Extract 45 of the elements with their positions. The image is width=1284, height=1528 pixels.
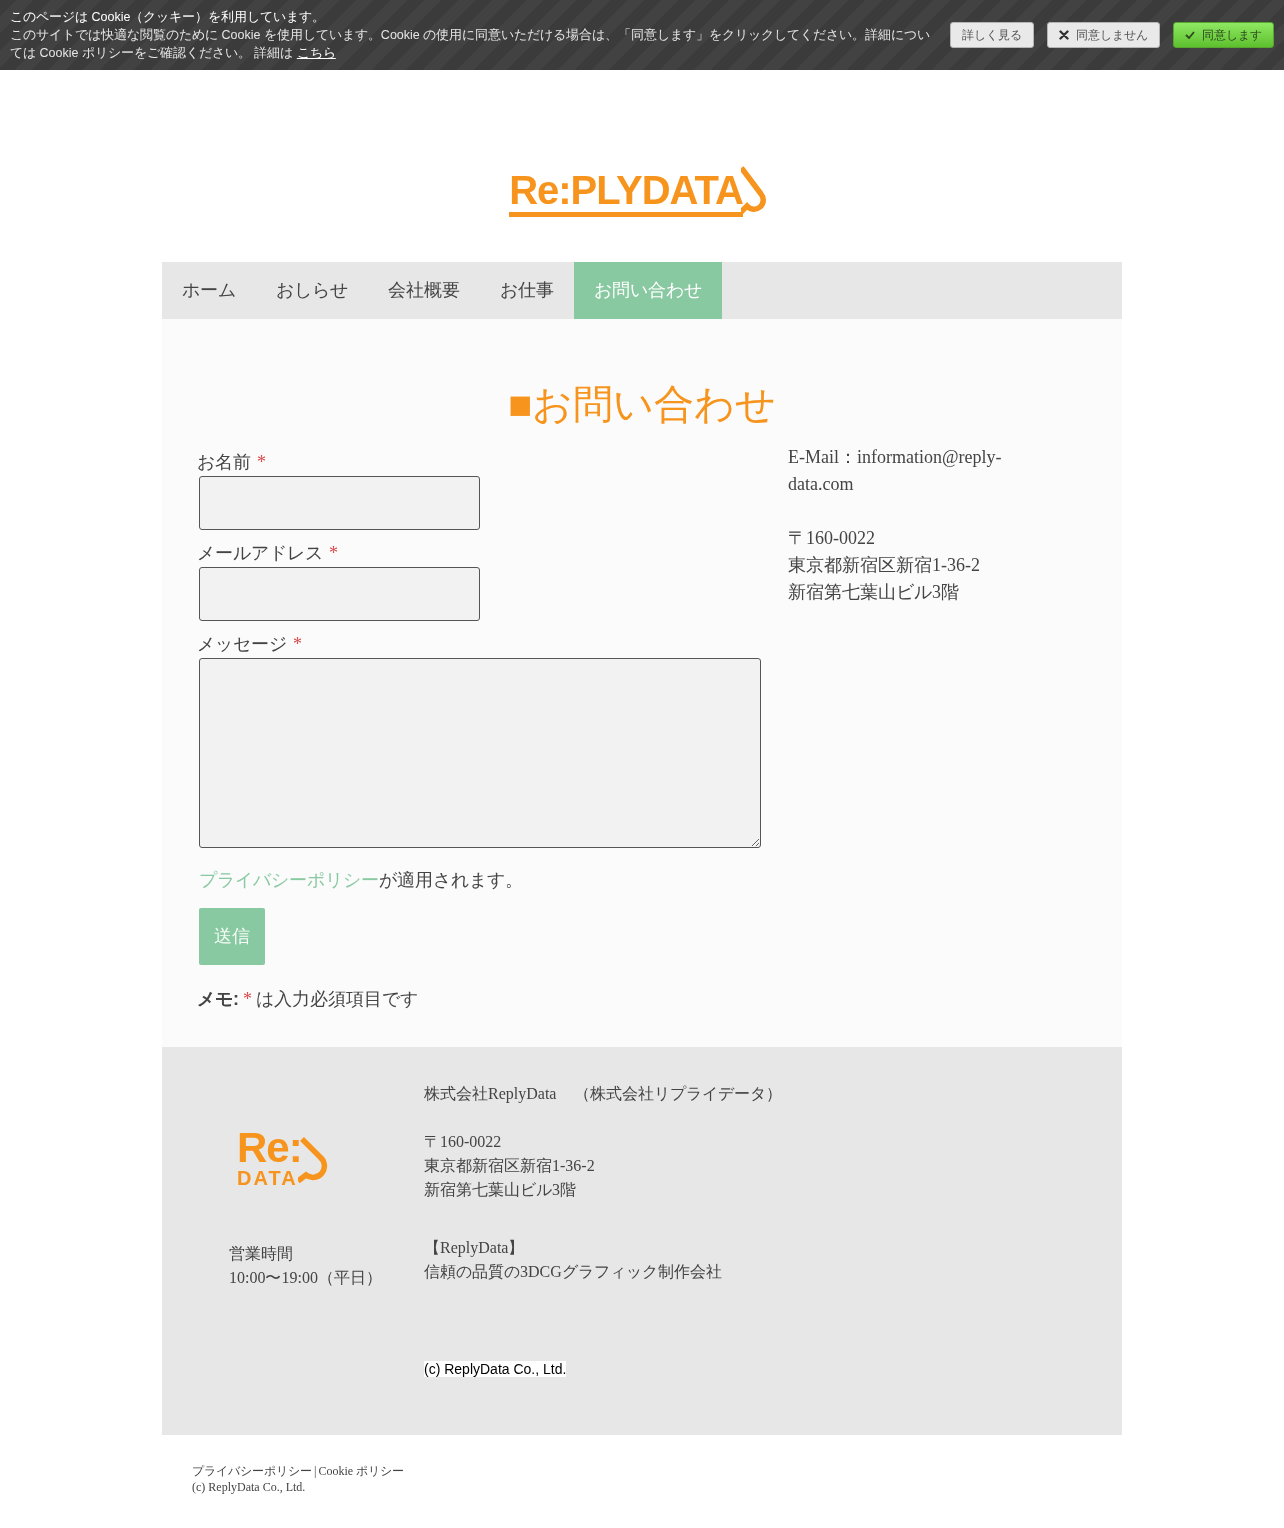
footer-logo-subtext: DATA [237, 1168, 299, 1188]
nav-tab[interactable]: おしらせ [256, 262, 368, 319]
cookie-title: このページは Cookie（クッキー）を利用しています。 [10, 9, 326, 26]
nav-tab[interactable]: お仕事 [480, 262, 574, 319]
nav-tab[interactable]: 会社概要 [368, 262, 480, 319]
check-icon [1185, 31, 1195, 39]
bottom-copyright: (c) ReplyData Co., Ltd. [192, 1479, 306, 1495]
memo-label: メモ: [197, 988, 239, 1011]
copyright-text: (c) ReplyData Co., Ltd. [424, 1361, 567, 1377]
hours-label: 営業時間 [229, 1244, 293, 1264]
privacy-policy-link[interactable]: プライバシーポリシー [192, 1463, 312, 1479]
cookie-button[interactable]: 詳しく見る [950, 22, 1034, 48]
address-line: 新宿第七葉山ビル3階 [788, 581, 959, 604]
tagline-text: 信頼の品質の3DCGグラフィック制作会社 [424, 1262, 722, 1282]
memo-text: は入力必須項目です [256, 988, 418, 1011]
company-name-kana: （株式会社リプライデータ） [574, 1084, 783, 1104]
field-label: メッセージ [197, 633, 287, 656]
required-mark: * [257, 451, 266, 474]
privacy-note: プライバシーポリシーが適用されます。 [199, 869, 523, 892]
footer-logo-text: Re: [237, 1128, 302, 1168]
required-mark: * [243, 988, 252, 1011]
details-link[interactable]: こちら [296, 46, 336, 60]
address-line: 東京都新宿区新宿1-36-2 [424, 1156, 595, 1176]
address-line: 〒160-0022 [788, 527, 875, 550]
cookie-message: このサイトでは快適な閲覧のために Cookie を使用しています。Cookie の使用に同意いただける場合は、「同意します」をクリックしてください。詳細については Cookie ポリシーをご確認ください。 詳細は こちら [10, 27, 932, 62]
cookie-policy-link[interactable]: Cookie ポリシー [318, 1463, 405, 1479]
required-mark: * [293, 633, 302, 656]
cookie-button[interactable]: 同意します [1173, 22, 1274, 48]
hours-text: 10:00〜19:00（平日） [229, 1268, 382, 1288]
page-heading: ■お問い合わせ [506, 381, 778, 429]
field-label: メールアドレス [197, 542, 323, 565]
company-name: 株式会社ReplyData [424, 1084, 557, 1105]
address-line: 東京都新宿区新宿1-36-2 [788, 554, 980, 577]
cross-icon [1059, 30, 1069, 40]
email-text: E-Mail：information@reply-data.com [788, 446, 1003, 496]
tagline-title: 【ReplyData】 [424, 1238, 525, 1259]
field-label: お名前 [197, 451, 251, 474]
nav-tab[interactable]: ホーム [162, 262, 256, 319]
cookie-button[interactable]: 同意しません [1047, 22, 1160, 48]
input-field[interactable] [199, 476, 480, 530]
required-mark: * [329, 542, 338, 565]
input-field[interactable] [199, 567, 480, 621]
address-line: 〒160-0022 [424, 1132, 502, 1152]
link-separator: | [314, 1463, 317, 1479]
address-line: 新宿第七葉山ビル3階 [424, 1180, 576, 1200]
